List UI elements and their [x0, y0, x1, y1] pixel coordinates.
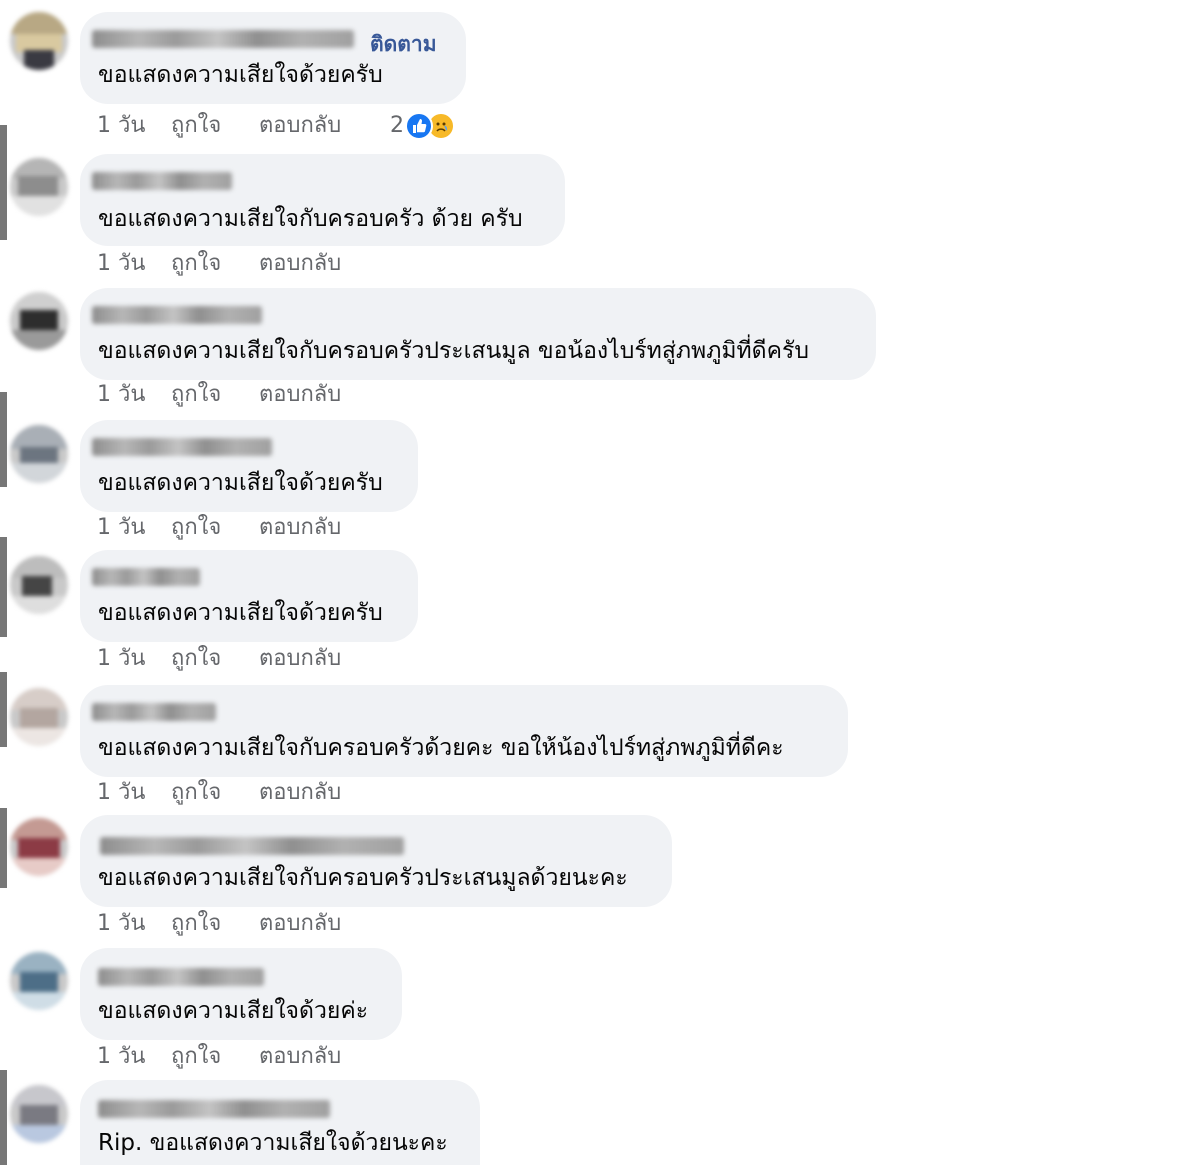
commenter-name[interactable] — [92, 172, 232, 190]
thread-line — [0, 672, 7, 747]
commenter-name[interactable] — [98, 1100, 330, 1118]
comment-timestamp[interactable]: 1 วัน — [97, 643, 145, 675]
comment-text: Rip. ขอแสดงความเสียใจด้วยนะคะ — [98, 1130, 448, 1156]
comment-bubble: Rip. ขอแสดงความเสียใจด้วยนะคะ — [80, 1080, 480, 1165]
commenter-name[interactable] — [92, 703, 216, 721]
avatar[interactable] — [10, 952, 68, 1010]
comment-text: ขอแสดงความเสียใจด้วยครับ — [98, 62, 383, 88]
avatar[interactable] — [10, 12, 68, 70]
comment-bubble: ขอแสดงความเสียใจด้วยครับ — [80, 550, 418, 642]
comment-timestamp[interactable]: 1 วัน — [97, 908, 145, 940]
reply-button[interactable]: ตอบกลับ — [259, 248, 341, 280]
commenter-name[interactable] — [92, 30, 354, 48]
comment-bubble: ขอแสดงความเสียใจด้วยครับ — [80, 420, 418, 512]
comment-text: ขอแสดงความเสียใจกับครอบครัวด้วยคะ ขอให้น… — [98, 735, 784, 761]
commenter-name[interactable] — [98, 968, 264, 986]
like-button[interactable]: ถูกใจ — [171, 110, 221, 142]
comment-bubble: ขอแสดงความเสียใจกับครอบครัว ด้วย ครับ — [80, 154, 565, 246]
comment-text: ขอแสดงความเสียใจด้วยครับ — [98, 600, 383, 626]
comment-bubble: ขอแสดงความเสียใจกับครอบครัวประเสนมูลด้วย… — [80, 815, 672, 907]
like-button[interactable]: ถูกใจ — [171, 379, 221, 411]
comment-text: ขอแสดงความเสียใจด้วยครับ — [98, 470, 383, 496]
like-button[interactable]: ถูกใจ — [171, 643, 221, 675]
like-button[interactable]: ถูกใจ — [171, 512, 221, 544]
thread-line — [0, 392, 7, 487]
comment-text: ขอแสดงความเสียใจกับครอบครัว ด้วย ครับ — [98, 206, 523, 232]
like-button[interactable]: ถูกใจ — [171, 1041, 221, 1073]
comment-bubble: ขอแสดงความเสียใจกับครอบครัวด้วยคะ ขอให้น… — [80, 685, 848, 777]
like-button[interactable]: ถูกใจ — [171, 777, 221, 809]
comment-text: ขอแสดงความเสียใจกับครอบครัวประเสนมูล ขอน… — [98, 338, 809, 364]
avatar[interactable] — [10, 688, 68, 746]
thread-line — [0, 537, 7, 637]
avatar[interactable] — [10, 556, 68, 614]
comment-bubble: ขอแสดงความเสียใจด้วยค่ะ — [80, 948, 402, 1040]
reply-button[interactable]: ตอบกลับ — [259, 512, 341, 544]
comment-timestamp[interactable]: 1 วัน — [97, 512, 145, 544]
reply-button[interactable]: ตอบกลับ — [259, 908, 341, 940]
comment-text: ขอแสดงความเสียใจด้วยค่ะ — [98, 998, 369, 1024]
thread-line — [0, 808, 7, 888]
comment-timestamp[interactable]: 1 วัน — [97, 777, 145, 809]
reply-button[interactable]: ตอบกลับ — [259, 777, 341, 809]
comment-timestamp[interactable]: 1 วัน — [97, 248, 145, 280]
avatar[interactable] — [10, 1085, 68, 1143]
thread-line — [0, 1070, 7, 1165]
commenter-name[interactable] — [92, 306, 262, 324]
commenter-name[interactable] — [92, 438, 272, 456]
like-icon — [405, 112, 433, 140]
reply-button[interactable]: ตอบกลับ — [259, 1041, 341, 1073]
like-button[interactable]: ถูกใจ — [171, 908, 221, 940]
avatar[interactable] — [10, 292, 68, 350]
comment-timestamp[interactable]: 1 วัน — [97, 379, 145, 411]
reaction-count[interactable]: 2 — [390, 110, 404, 142]
comment-bubble: ติดตาม ขอแสดงความเสียใจด้วยครับ — [80, 12, 466, 104]
avatar[interactable] — [10, 158, 68, 216]
thread-line — [0, 125, 7, 240]
comment-bubble: ขอแสดงความเสียใจกับครอบครัวประเสนมูล ขอน… — [80, 288, 876, 380]
commenter-name[interactable] — [100, 837, 404, 855]
reply-button[interactable]: ตอบกลับ — [259, 379, 341, 411]
comment-feed: ติดตาม ขอแสดงความเสียใจด้วยครับ 1 วัน ถู… — [0, 0, 1200, 1165]
follow-link[interactable]: ติดตาม — [370, 28, 437, 61]
reply-button[interactable]: ตอบกลับ — [259, 643, 341, 675]
reply-button[interactable]: ตอบกลับ — [259, 110, 341, 142]
comment-timestamp[interactable]: 1 วัน — [97, 1041, 145, 1073]
commenter-name[interactable] — [92, 568, 200, 586]
avatar[interactable] — [10, 818, 68, 876]
comment-text: ขอแสดงความเสียใจกับครอบครัวประเสนมูลด้วย… — [98, 865, 628, 891]
avatar[interactable] — [10, 425, 68, 483]
comment-timestamp[interactable]: 1 วัน — [97, 110, 145, 142]
like-button[interactable]: ถูกใจ — [171, 248, 221, 280]
